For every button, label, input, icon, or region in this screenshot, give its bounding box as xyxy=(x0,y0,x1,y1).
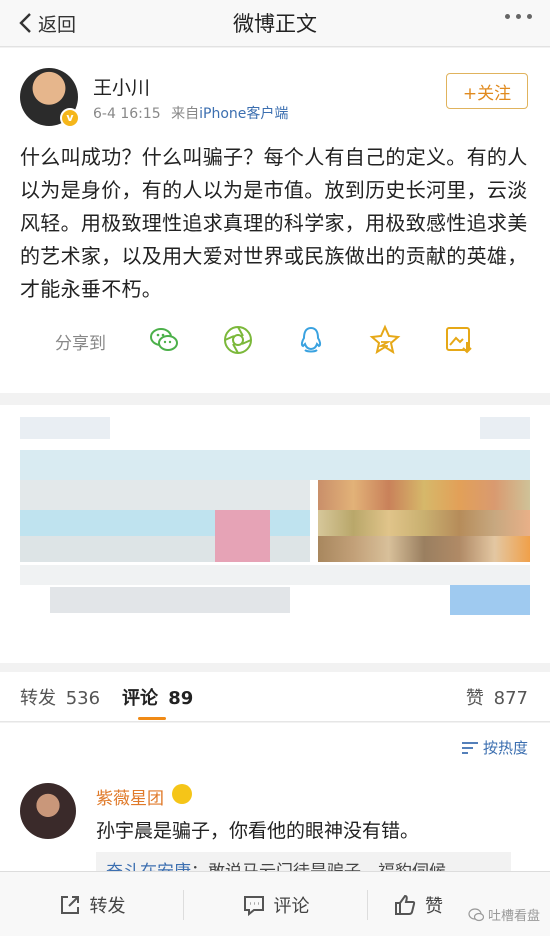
commenter-name[interactable]: 紫薇星团 xyxy=(96,784,164,809)
comment-text: 孙宇晨是骗子，你看他的眼神没有错。 xyxy=(96,820,420,842)
blur-block xyxy=(480,417,530,439)
tab-comment-count: 89 xyxy=(168,688,194,709)
post-meta: 6-4 16:15 来自iPhone客户端 xyxy=(93,103,288,123)
commenter-avatar[interactable] xyxy=(20,783,76,839)
verified-badge-icon: v xyxy=(60,108,80,128)
tab-repost-label: 转发 xyxy=(20,688,56,709)
more-button[interactable] xyxy=(505,14,532,19)
more-dot-icon xyxy=(505,14,510,19)
sort-label: 按热度 xyxy=(482,739,528,757)
tab-repost[interactable]: 转发 536 xyxy=(20,684,100,710)
wechat-icon[interactable] xyxy=(148,324,180,356)
post-source[interactable]: iPhone客户端 xyxy=(199,106,288,122)
post-card: v 王小川 6-4 16:15 来自iPhone客户端 +关注 什么叫成功？什么… xyxy=(0,48,550,393)
save-image-icon[interactable] xyxy=(443,324,475,356)
like-label: 赞 xyxy=(425,895,443,917)
post-content: 什么叫成功？什么叫骗子？每个人有自己的定义。有的人以为是身价，有的人以为是市值。… xyxy=(20,145,528,301)
engagement-tabs: 转发 536 评论 89 赞 877 xyxy=(0,672,550,722)
share-label: 分享到 xyxy=(55,334,106,354)
page-title: 微博正文 xyxy=(233,12,317,36)
blur-block xyxy=(50,587,290,613)
active-tab-indicator xyxy=(138,717,166,720)
reply-line: 奋斗在安康：敢说马云门徒是骗子，福豹伺候 xyxy=(106,857,446,871)
watermark: 吐槽看盘 xyxy=(468,905,540,924)
sort-by-hot-button[interactable]: 按热度 xyxy=(461,737,528,758)
tab-like-count: 877 xyxy=(493,688,528,709)
reply-preview[interactable]: 奋斗在安康：敢说马云门徒是骗子，福豹伺候 xyxy=(96,852,511,871)
author-avatar[interactable]: v xyxy=(20,68,80,128)
post-source-prefix: 来自 xyxy=(171,106,200,122)
author-name[interactable]: 王小川 xyxy=(93,73,150,100)
favorite-icon[interactable] xyxy=(369,324,401,356)
share-bar: 分享到 xyxy=(0,320,550,360)
blur-block xyxy=(20,565,530,585)
reply-author[interactable]: 奋斗在安康 xyxy=(106,862,191,871)
blur-block xyxy=(20,417,110,439)
share-out-icon xyxy=(60,895,79,914)
tab-like[interactable]: 赞 877 xyxy=(466,684,528,710)
tab-like-label: 赞 xyxy=(465,688,484,709)
tab-comment[interactable]: 评论 89 xyxy=(122,684,193,710)
repost-button[interactable]: 转发 xyxy=(0,872,183,936)
sort-icon xyxy=(461,741,478,754)
blur-block xyxy=(318,536,530,562)
qq-icon[interactable] xyxy=(295,324,327,356)
comments-section: 按热度 紫薇星团 孙宇晨是骗子，你看他的眼神没有错。 奋斗在安康：敢说马云门徒是… xyxy=(0,723,550,871)
blur-block xyxy=(318,510,530,536)
top-nav: 返回 微博正文 xyxy=(0,0,550,47)
blurred-attachment[interactable] xyxy=(0,405,550,663)
blur-block xyxy=(318,480,530,510)
blur-block xyxy=(215,510,270,562)
moments-icon[interactable] xyxy=(222,324,254,356)
thumbs-up-icon xyxy=(395,894,416,915)
more-dot-icon xyxy=(527,14,532,19)
like-button[interactable]: 赞 xyxy=(368,872,468,936)
repost-label: 转发 xyxy=(89,895,126,917)
post-time: 6-4 16:15 xyxy=(93,106,161,122)
watermark-text: 吐槽看盘 xyxy=(487,909,540,924)
tab-comment-label: 评论 xyxy=(122,688,158,709)
comment-label: 评论 xyxy=(273,895,310,917)
blur-block xyxy=(20,480,310,510)
blur-block xyxy=(20,450,530,480)
comment-icon xyxy=(243,895,264,916)
wechat-watermark-icon xyxy=(468,907,484,921)
comment-button[interactable]: 评论 xyxy=(184,872,367,936)
bottom-action-bar: 转发 评论 赞 吐槽看盘 xyxy=(0,871,550,936)
more-dot-icon xyxy=(516,14,521,19)
member-emoji-icon xyxy=(172,784,192,804)
follow-button[interactable]: +关注 xyxy=(446,73,528,109)
tab-repost-count: 536 xyxy=(65,688,101,709)
blur-block xyxy=(450,585,530,615)
reply-text: ：敢说马云门徒是骗子，福豹伺候 xyxy=(191,862,446,871)
